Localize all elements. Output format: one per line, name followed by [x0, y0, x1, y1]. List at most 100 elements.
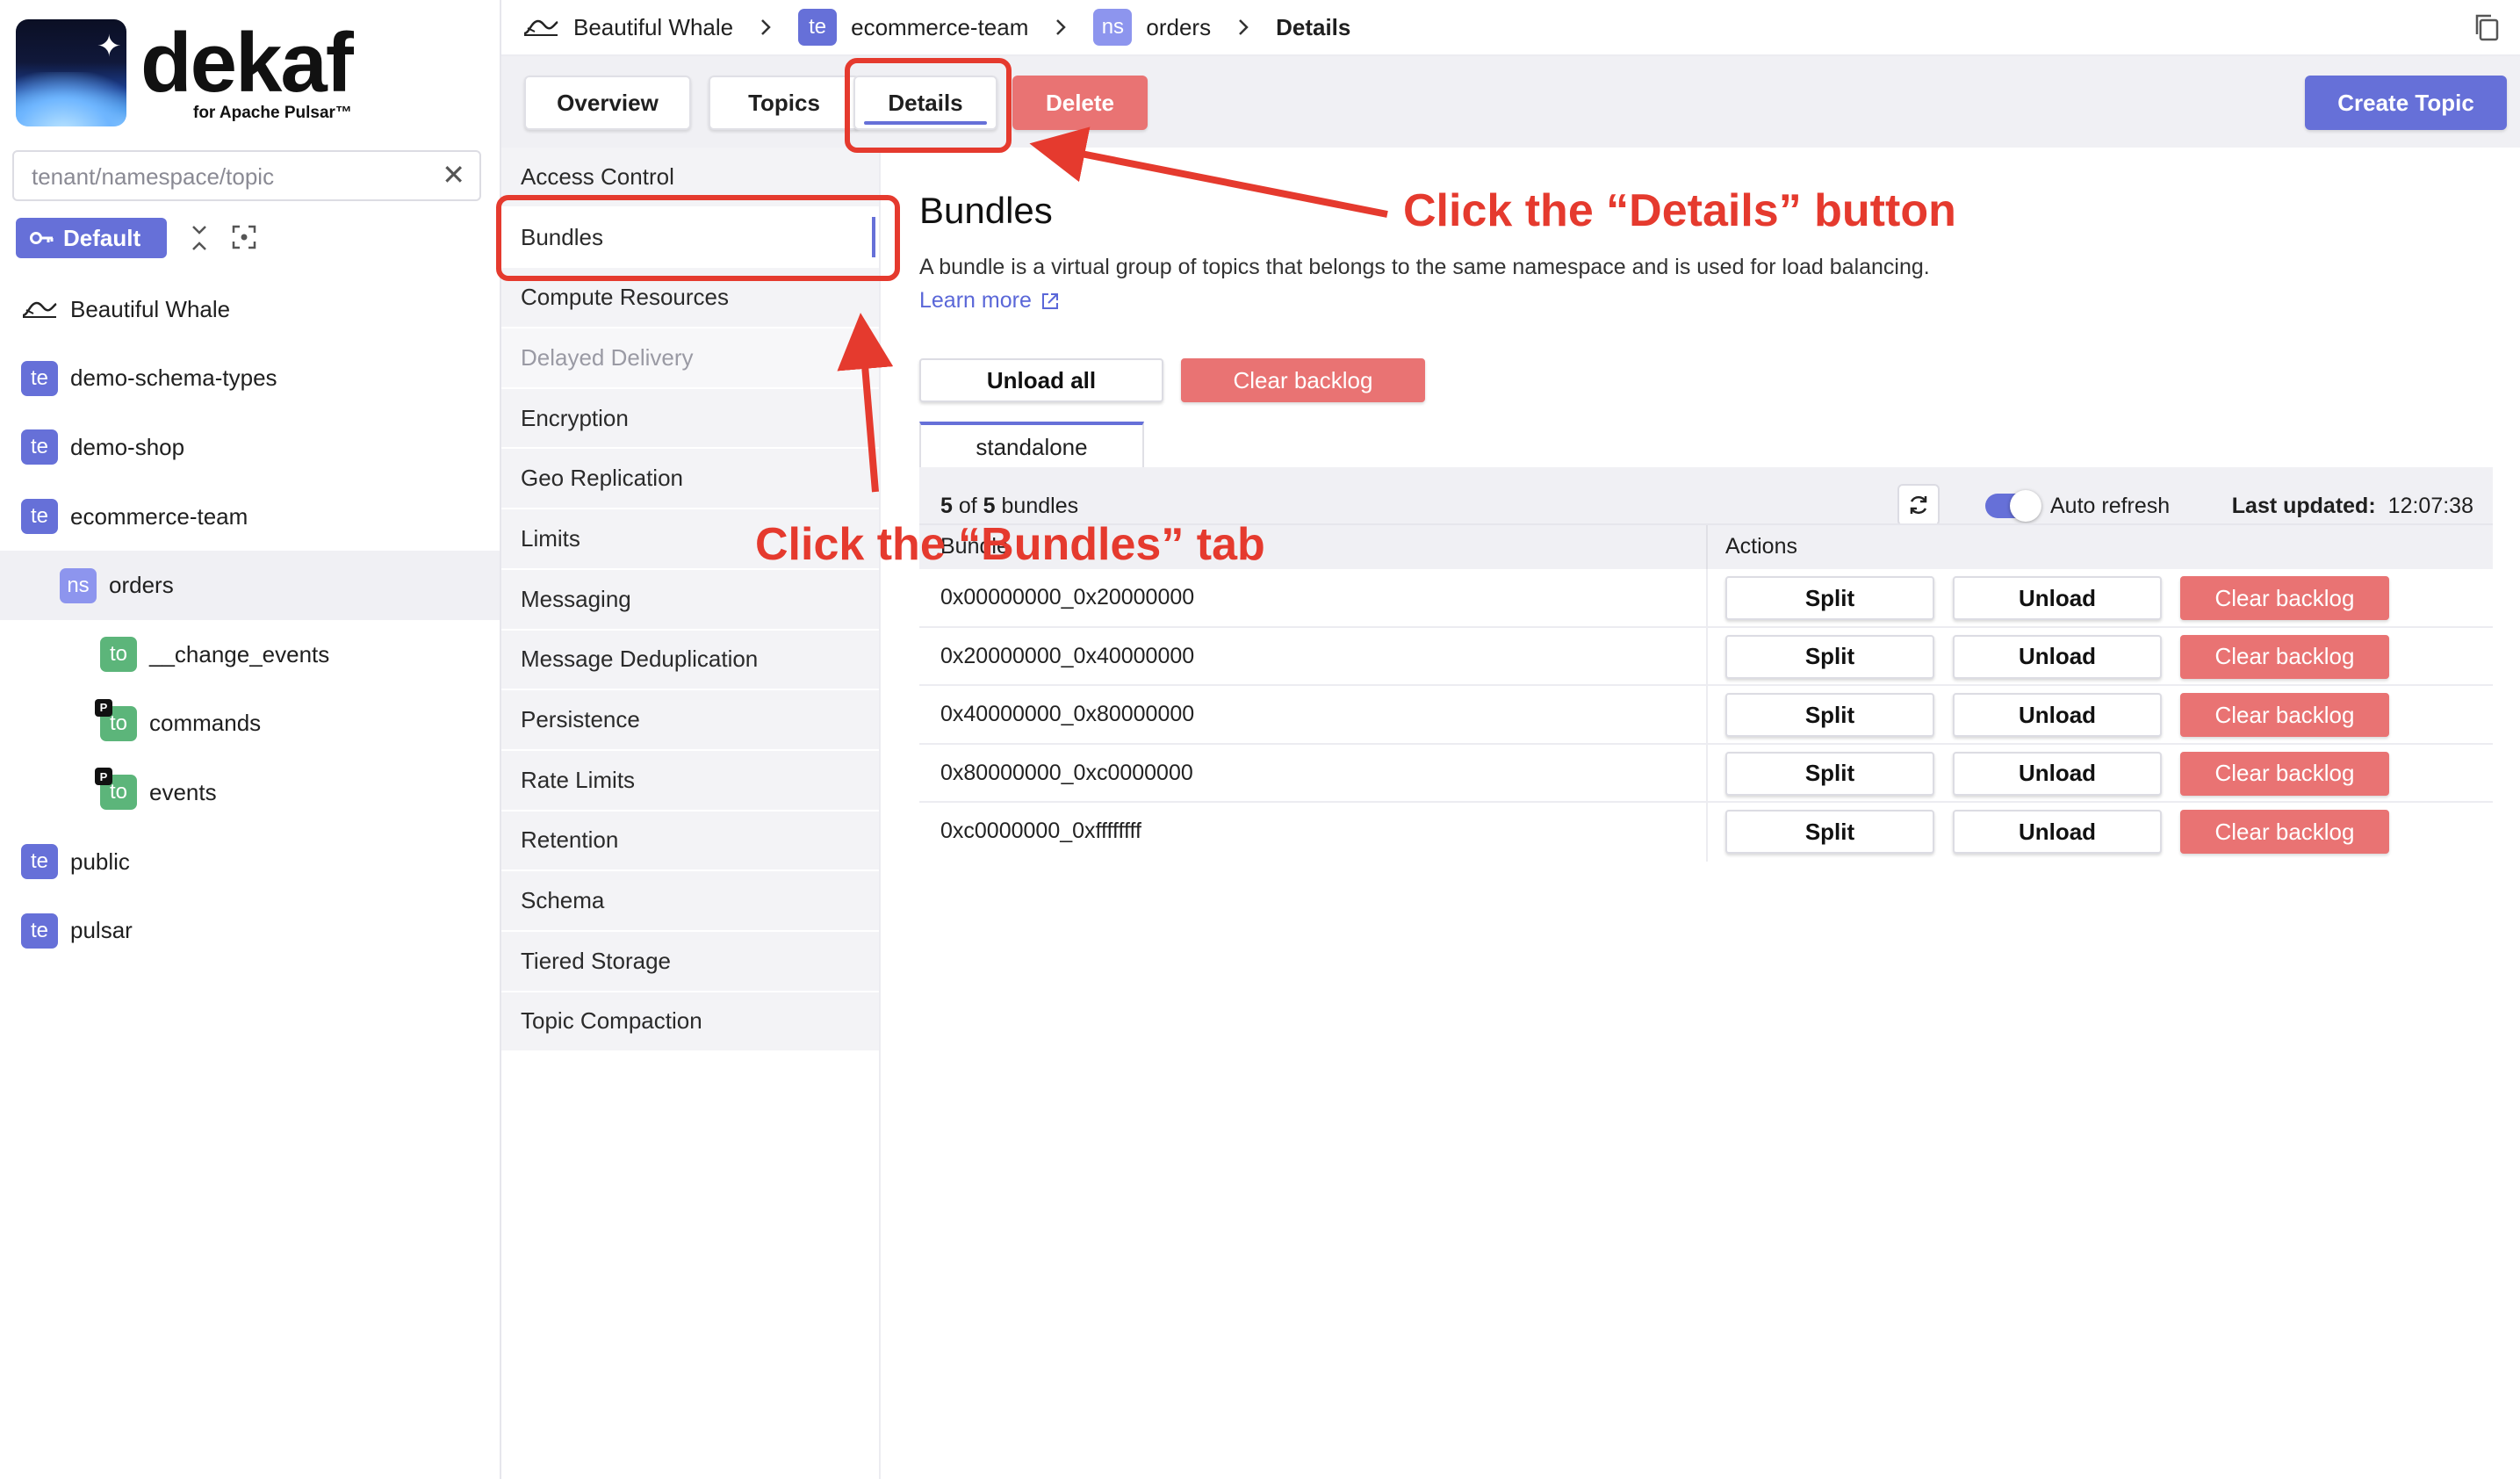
tree-item-tenant[interactable]: te demo-shop	[0, 413, 500, 482]
tenant-badge: te	[21, 844, 58, 880]
tree-item-label: events	[149, 778, 217, 805]
topic-badge-text: to	[109, 780, 127, 804]
nav-item-geo-replication[interactable]: Geo Replication	[501, 449, 879, 510]
tree-item-tenant[interactable]: te pulsar	[0, 896, 500, 965]
create-topic-button[interactable]: Create Topic	[2305, 76, 2507, 130]
whale-icon	[523, 19, 558, 36]
default-filter-button[interactable]: Default	[16, 218, 167, 258]
tree-item-tenant[interactable]: te public	[0, 827, 500, 897]
table-row: 0x40000000_0x80000000 Split Unload Clear…	[919, 686, 2493, 745]
nav-item-persistence[interactable]: Persistence	[501, 690, 879, 751]
bundle-range: 0x80000000_0xc0000000	[940, 760, 1193, 785]
namespace-toolbar: Overview Topics Details Delete Create To…	[501, 56, 2520, 148]
tree-item-label: demo-schema-types	[70, 364, 277, 392]
tree-item-topic[interactable]: P to events	[0, 758, 500, 827]
nav-item-messaging[interactable]: Messaging	[501, 570, 879, 631]
clear-backlog-all-button[interactable]: Clear backlog	[1181, 358, 1425, 402]
tree-item-topic[interactable]: to __change_events	[0, 620, 500, 689]
tenant-badge: te	[21, 360, 58, 396]
unload-all-button[interactable]: Unload all	[919, 358, 1163, 402]
tenant-badge: te	[798, 9, 838, 46]
partitioned-icon: P	[95, 698, 112, 717]
chevron-right-icon	[761, 19, 771, 35]
breadcrumb-namespace-label: orders	[1146, 13, 1212, 40]
namespace-badge: ns	[1093, 9, 1133, 46]
collapse-all-icon[interactable]	[188, 223, 211, 253]
chevron-right-icon	[1056, 19, 1067, 35]
table-row: 0x20000000_0x40000000 Split Unload Clear…	[919, 627, 2493, 687]
close-icon[interactable]: ✕	[442, 161, 465, 189]
tab-cluster-standalone[interactable]: standalone	[919, 422, 1144, 469]
unload-button[interactable]: Unload	[1953, 693, 2162, 738]
dekaf-logo-icon: ✦	[16, 19, 126, 126]
clear-backlog-button[interactable]: Clear backlog	[2180, 810, 2389, 855]
focus-icon[interactable]	[232, 225, 256, 249]
search-input[interactable]	[32, 162, 436, 191]
key-icon	[30, 232, 54, 244]
breadcrumb-namespace[interactable]: ns orders	[1093, 9, 1211, 46]
breadcrumb-tenant[interactable]: te ecommerce-team	[798, 9, 1028, 46]
tree-item-instance[interactable]: Beautiful Whale	[0, 275, 500, 344]
column-divider	[1706, 627, 1708, 685]
unload-button[interactable]: Unload	[1953, 751, 2162, 796]
search-field[interactable]: ✕	[12, 150, 481, 201]
column-divider	[1706, 686, 1708, 743]
tree-item-label: public	[70, 848, 130, 875]
last-updated-value: 12:07:38	[2387, 494, 2473, 518]
bundle-count-total: 5	[983, 494, 996, 518]
nav-item-delayed-delivery: Delayed Delivery	[501, 328, 879, 389]
tree-item-label: ecommerce-team	[70, 502, 248, 530]
clear-backlog-button[interactable]: Clear backlog	[2180, 576, 2389, 620]
clear-backlog-button[interactable]: Clear backlog	[2180, 751, 2389, 796]
details-nav-list: Access Control Bundles Compute Resources…	[501, 148, 879, 1053]
bundle-count-of: of	[958, 494, 977, 518]
tab-topics[interactable]: Topics	[709, 76, 860, 130]
clear-backlog-button[interactable]: Clear backlog	[2180, 634, 2389, 679]
tree-item-tenant[interactable]: te ecommerce-team	[0, 482, 500, 552]
logo-subtitle: for Apache Pulsar™	[193, 104, 352, 122]
table-row: 0xc0000000_0xffffffff Split Unload Clear…	[919, 803, 2493, 862]
nav-item-tiered-storage[interactable]: Tiered Storage	[501, 932, 879, 992]
column-divider	[1706, 803, 1708, 862]
split-button[interactable]: Split	[1725, 810, 1934, 855]
nav-item-message-deduplication[interactable]: Message Deduplication	[501, 631, 879, 691]
header: Beautiful Whale te ecommerce-team ns ord…	[501, 0, 2520, 56]
table-row: 0x00000000_0x20000000 Split Unload Clear…	[919, 569, 2493, 628]
bundles-panel: Bundles A bundle is a virtual group of t…	[881, 148, 2520, 1479]
tree-item-tenant[interactable]: te demo-schema-types	[0, 344, 500, 414]
nav-item-encryption[interactable]: Encryption	[501, 389, 879, 450]
nav-item-rate-limits[interactable]: Rate Limits	[501, 751, 879, 812]
bundles-hint-annotation: Click the “Bundles” tab	[755, 519, 1265, 570]
learn-more-link[interactable]: Learn more	[919, 288, 1060, 314]
copy-icon[interactable]	[2473, 12, 2501, 42]
details-hint-annotation: Click the “Details” button	[1403, 185, 1956, 236]
tab-overview[interactable]: Overview	[524, 76, 691, 130]
default-button-label: Default	[63, 224, 141, 251]
details-nav: Access Control Bundles Compute Resources…	[501, 148, 881, 1479]
split-button[interactable]: Split	[1725, 634, 1934, 679]
refresh-button[interactable]	[1897, 484, 1940, 526]
tree-item-topic[interactable]: P to commands	[0, 689, 500, 759]
column-divider	[1706, 744, 1708, 802]
unload-button[interactable]: Unload	[1953, 576, 2162, 620]
nav-item-retention[interactable]: Retention	[501, 812, 879, 872]
unload-button[interactable]: Unload	[1953, 634, 2162, 679]
column-divider	[1706, 569, 1708, 626]
tree-item-namespace[interactable]: ns orders	[0, 551, 500, 620]
unload-button[interactable]: Unload	[1953, 810, 2162, 855]
tree-item-label: commands	[149, 710, 262, 737]
auto-refresh-toggle[interactable]	[1985, 490, 2041, 522]
delete-button[interactable]: Delete	[1012, 76, 1148, 130]
tenant-badge: te	[21, 913, 58, 949]
bundle-count-shown: 5	[940, 494, 953, 518]
nav-item-topic-compaction[interactable]: Topic Compaction	[501, 992, 879, 1053]
tree-item-label: orders	[109, 572, 174, 599]
split-button[interactable]: Split	[1725, 576, 1934, 620]
breadcrumb-instance[interactable]: Beautiful Whale	[522, 14, 733, 41]
split-button[interactable]: Split	[1725, 693, 1934, 738]
column-header-actions: Actions	[1725, 534, 1797, 559]
nav-item-schema[interactable]: Schema	[501, 871, 879, 932]
table-row: 0x80000000_0xc0000000 Split Unload Clear…	[919, 744, 2493, 804]
clear-backlog-button[interactable]: Clear backlog	[2180, 693, 2389, 738]
split-button[interactable]: Split	[1725, 751, 1934, 796]
